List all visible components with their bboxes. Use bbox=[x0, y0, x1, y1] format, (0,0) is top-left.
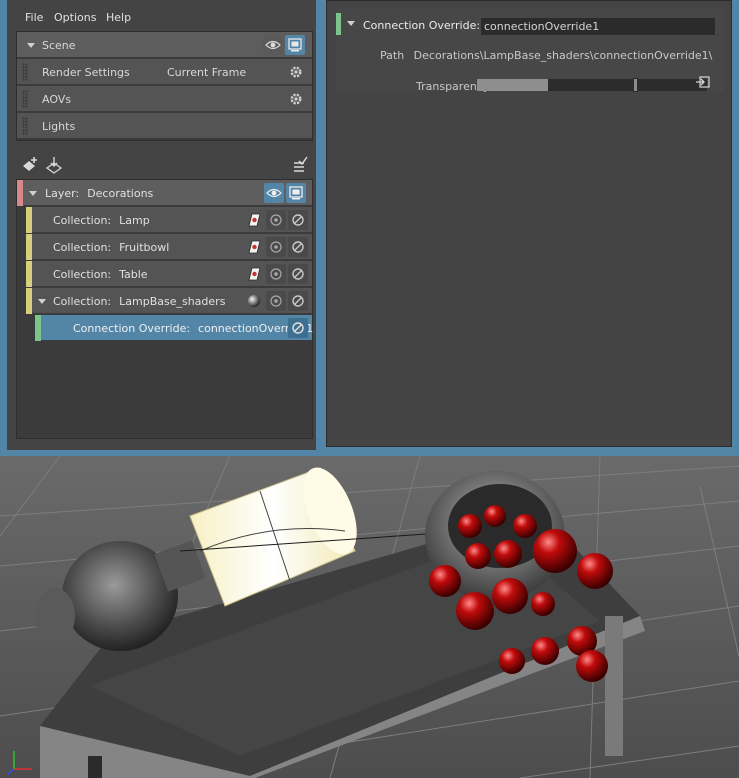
menu-bar: File Options Help bbox=[7, 0, 316, 30]
connection-override-row[interactable]: Connection Override: connectionOverride1 bbox=[35, 315, 314, 341]
checklist-icon[interactable] bbox=[290, 155, 310, 175]
menu-file[interactable]: File bbox=[25, 11, 43, 24]
connect-icon[interactable] bbox=[695, 74, 711, 90]
collection-row-fruitbowl[interactable]: Collection: Fruitbowl bbox=[26, 234, 312, 260]
disable-icon[interactable] bbox=[288, 237, 308, 257]
path-row: Path Decorations\LampBase_shaders\connec… bbox=[380, 49, 712, 62]
disable-icon[interactable] bbox=[288, 318, 308, 338]
collapse-arrow-icon[interactable] bbox=[347, 21, 355, 26]
lights-label: Lights bbox=[42, 120, 76, 133]
render-settings-label: Render Settings bbox=[42, 66, 130, 79]
drag-handle[interactable] bbox=[22, 117, 28, 135]
transparency-slider-handle[interactable] bbox=[633, 78, 638, 92]
drag-handle[interactable] bbox=[22, 63, 28, 81]
scene-row[interactable]: Scene bbox=[17, 32, 312, 58]
transparency-slider-fill bbox=[477, 79, 548, 91]
shader-icon[interactable] bbox=[244, 264, 264, 284]
disable-icon[interactable] bbox=[288, 291, 308, 311]
transparency-slider[interactable] bbox=[477, 78, 707, 92]
override-title: Connection Override: bbox=[363, 19, 481, 32]
render-icon[interactable] bbox=[285, 35, 305, 55]
disable-icon[interactable] bbox=[288, 264, 308, 284]
eye-icon[interactable] bbox=[264, 183, 284, 203]
collection-label: Collection: LampBase_shaders bbox=[53, 295, 226, 308]
collection-label: Collection: Fruitbowl bbox=[53, 241, 170, 254]
collapse-arrow-icon[interactable] bbox=[38, 299, 46, 304]
layer-row[interactable]: Layer: Decorations bbox=[17, 180, 312, 206]
render-setup-panel: File Options Help Scene Render Settings … bbox=[7, 0, 316, 450]
collapse-arrow-icon[interactable] bbox=[29, 191, 37, 196]
override-color-stripe bbox=[35, 315, 41, 341]
render-settings-row[interactable]: Render Settings Current Frame bbox=[17, 59, 312, 85]
scene-label: Scene bbox=[42, 39, 76, 52]
isolate-icon[interactable] bbox=[266, 291, 286, 311]
path-label: Path bbox=[380, 49, 405, 62]
shader-icon[interactable] bbox=[244, 210, 264, 230]
scene-render bbox=[0, 456, 739, 778]
aovs-label: AOVs bbox=[42, 93, 72, 106]
shader-icon[interactable] bbox=[244, 237, 264, 257]
isolate-icon[interactable] bbox=[266, 264, 286, 284]
scene-list: Scene Render Settings Current Frame AOVs bbox=[16, 31, 313, 141]
create-layer-icon[interactable] bbox=[21, 155, 41, 175]
isolate-icon[interactable] bbox=[266, 237, 286, 257]
override-frame: Connection Override: Path Decorations\La… bbox=[336, 9, 724, 93]
collection-label: Collection: Table bbox=[53, 268, 148, 281]
override-label: Connection Override: connectionOverride1 bbox=[73, 322, 314, 335]
lights-row[interactable]: Lights bbox=[17, 113, 312, 139]
gear-icon[interactable] bbox=[286, 89, 306, 109]
aovs-row[interactable]: AOVs bbox=[17, 86, 312, 112]
layer-color-stripe bbox=[17, 180, 23, 206]
menu-help[interactable]: Help bbox=[106, 11, 131, 24]
menu-options[interactable]: Options bbox=[54, 11, 96, 24]
collection-label: Collection: Lamp bbox=[53, 214, 150, 227]
override-name-field[interactable] bbox=[481, 18, 715, 35]
path-value: Decorations\LampBase_shaders\connectionO… bbox=[413, 49, 713, 62]
import-icon[interactable] bbox=[44, 155, 64, 175]
collapse-arrow-icon[interactable] bbox=[27, 43, 35, 48]
render-layer-tree: Layer: Decorations Collection: Lamp Coll… bbox=[16, 179, 313, 439]
material-ball-icon[interactable] bbox=[244, 291, 264, 311]
collection-row-table[interactable]: Collection: Table bbox=[26, 261, 312, 287]
render-settings-value: Current Frame bbox=[167, 66, 247, 79]
property-editor: Connection Override: Path Decorations\La… bbox=[326, 0, 732, 447]
gear-icon[interactable] bbox=[286, 62, 306, 82]
isolate-icon[interactable] bbox=[266, 210, 286, 230]
render-icon[interactable] bbox=[286, 183, 306, 203]
layer-label: Layer: Decorations bbox=[45, 187, 154, 200]
drag-handle[interactable] bbox=[22, 90, 28, 108]
collection-color-stripe bbox=[26, 234, 32, 260]
layer-toolbar bbox=[16, 152, 313, 178]
collection-color-stripe bbox=[26, 207, 32, 233]
disable-icon[interactable] bbox=[288, 210, 308, 230]
eye-icon[interactable] bbox=[263, 35, 283, 55]
collection-color-stripe bbox=[26, 288, 32, 314]
collection-row-lamp[interactable]: Collection: Lamp bbox=[26, 207, 312, 233]
viewport-3d[interactable] bbox=[0, 456, 739, 778]
collection-row-lampbase-shaders[interactable]: Collection: LampBase_shaders bbox=[26, 288, 312, 314]
collection-color-stripe bbox=[26, 261, 32, 287]
override-title-row[interactable]: Connection Override: bbox=[336, 11, 724, 35]
